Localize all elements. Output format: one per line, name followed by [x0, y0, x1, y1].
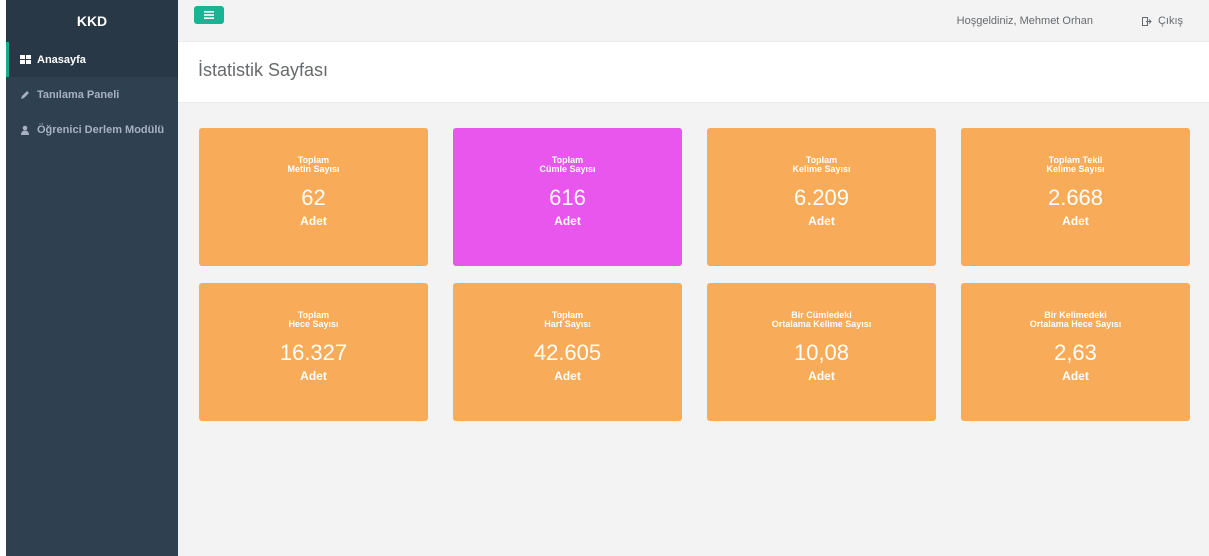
page-title: İstatistik Sayfası	[198, 60, 329, 80]
sidebar: KKD Anasayfa Tanılama Paneli Öğrenici De…	[6, 0, 178, 556]
user-icon	[18, 125, 32, 135]
sidebar-item-label: Anasayfa	[37, 53, 86, 66]
stat-card: Toplam Kelime Sayısı 6.209 Adet	[707, 128, 936, 266]
stat-card: Toplam Tekil Kelime Sayısı 2.668 Adet	[961, 128, 1190, 266]
sidebar-item-tanilama-paneli[interactable]: Tanılama Paneli	[6, 77, 178, 112]
pencil-icon	[18, 90, 32, 100]
brand-logo[interactable]: KKD	[6, 0, 178, 42]
sidebar-item-ogrenici-derlem-modulu[interactable]: Öğrenici Derlem Modülü	[6, 112, 178, 147]
stat-card: Toplam Harf Sayısı 42.605 Adet	[453, 283, 682, 421]
stat-card: Toplam Cümle Sayısı 616 Adet	[453, 128, 682, 266]
sidebar-item-label: Öğrenici Derlem Modülü	[37, 123, 165, 136]
stat-label-line2: Harf Sayısı	[544, 319, 591, 329]
stat-unit: Adet	[300, 369, 327, 383]
top-navbar: Hoşgeldiniz, Mehmet Orhan Çıkış	[178, 0, 1209, 42]
stat-label-line2: Kelime Sayısı	[792, 164, 851, 174]
page-heading: İstatistik Sayfası	[178, 42, 1209, 103]
stat-value: 42.605	[533, 340, 602, 365]
stat-value: 10,08	[793, 340, 850, 365]
sidebar-item-label: Tanılama Paneli	[37, 88, 120, 101]
stat-unit: Adet	[1062, 369, 1089, 383]
stat-card: Bir Kelimedeki Ortalama Hece Sayısı 2,63 …	[961, 283, 1190, 421]
stat-value: 2,63	[1054, 340, 1097, 365]
stat-unit: Adet	[808, 369, 835, 383]
stat-label-line2: Cümle Sayısı	[539, 164, 596, 174]
sidebar-item-anasayfa[interactable]: Anasayfa	[6, 42, 178, 77]
stat-value: 2.668	[1047, 185, 1104, 210]
hamburger-icon	[204, 11, 214, 19]
stat-value: 62	[301, 185, 326, 210]
stat-unit: Adet	[1062, 214, 1089, 228]
stat-value: 16.327	[279, 340, 348, 365]
stat-value: 616	[549, 185, 586, 210]
logout-label: Çıkış	[1157, 15, 1183, 27]
stat-label-line2: Metin Sayısı	[287, 164, 340, 174]
grid-icon	[18, 55, 32, 64]
stat-unit: Adet	[808, 214, 835, 228]
stat-label-line2: Ortalama Kelime Sayısı	[771, 319, 872, 329]
stat-value: 6.209	[793, 185, 850, 210]
stat-card: Bir Cümledeki Ortalama Kelime Sayısı 10,0…	[707, 283, 936, 421]
menu-toggle-button[interactable]	[194, 6, 224, 24]
stat-unit: Adet	[554, 369, 581, 383]
stat-label-line2: Ortalama Hece Sayısı	[1029, 319, 1122, 329]
logout-link[interactable]: Çıkış	[1141, 15, 1183, 27]
stat-label-line2: Hece Sayısı	[288, 319, 339, 329]
sign-out-icon	[1141, 16, 1152, 26]
stat-label-line2: Kelime Sayısı	[1046, 164, 1105, 174]
stat-unit: Adet	[554, 214, 581, 228]
stat-card: Toplam Metin Sayısı 62 Adet	[199, 128, 428, 266]
main-content: Toplam Metin Sayısı 62 Adet Toplam Cümle S…	[178, 103, 1209, 556]
stat-unit: Adet	[300, 214, 327, 228]
stat-card: Toplam Hece Sayısı 16.327 Adet	[199, 283, 428, 421]
welcome-message: Hoşgeldiniz, Mehmet Orhan	[956, 15, 1093, 27]
